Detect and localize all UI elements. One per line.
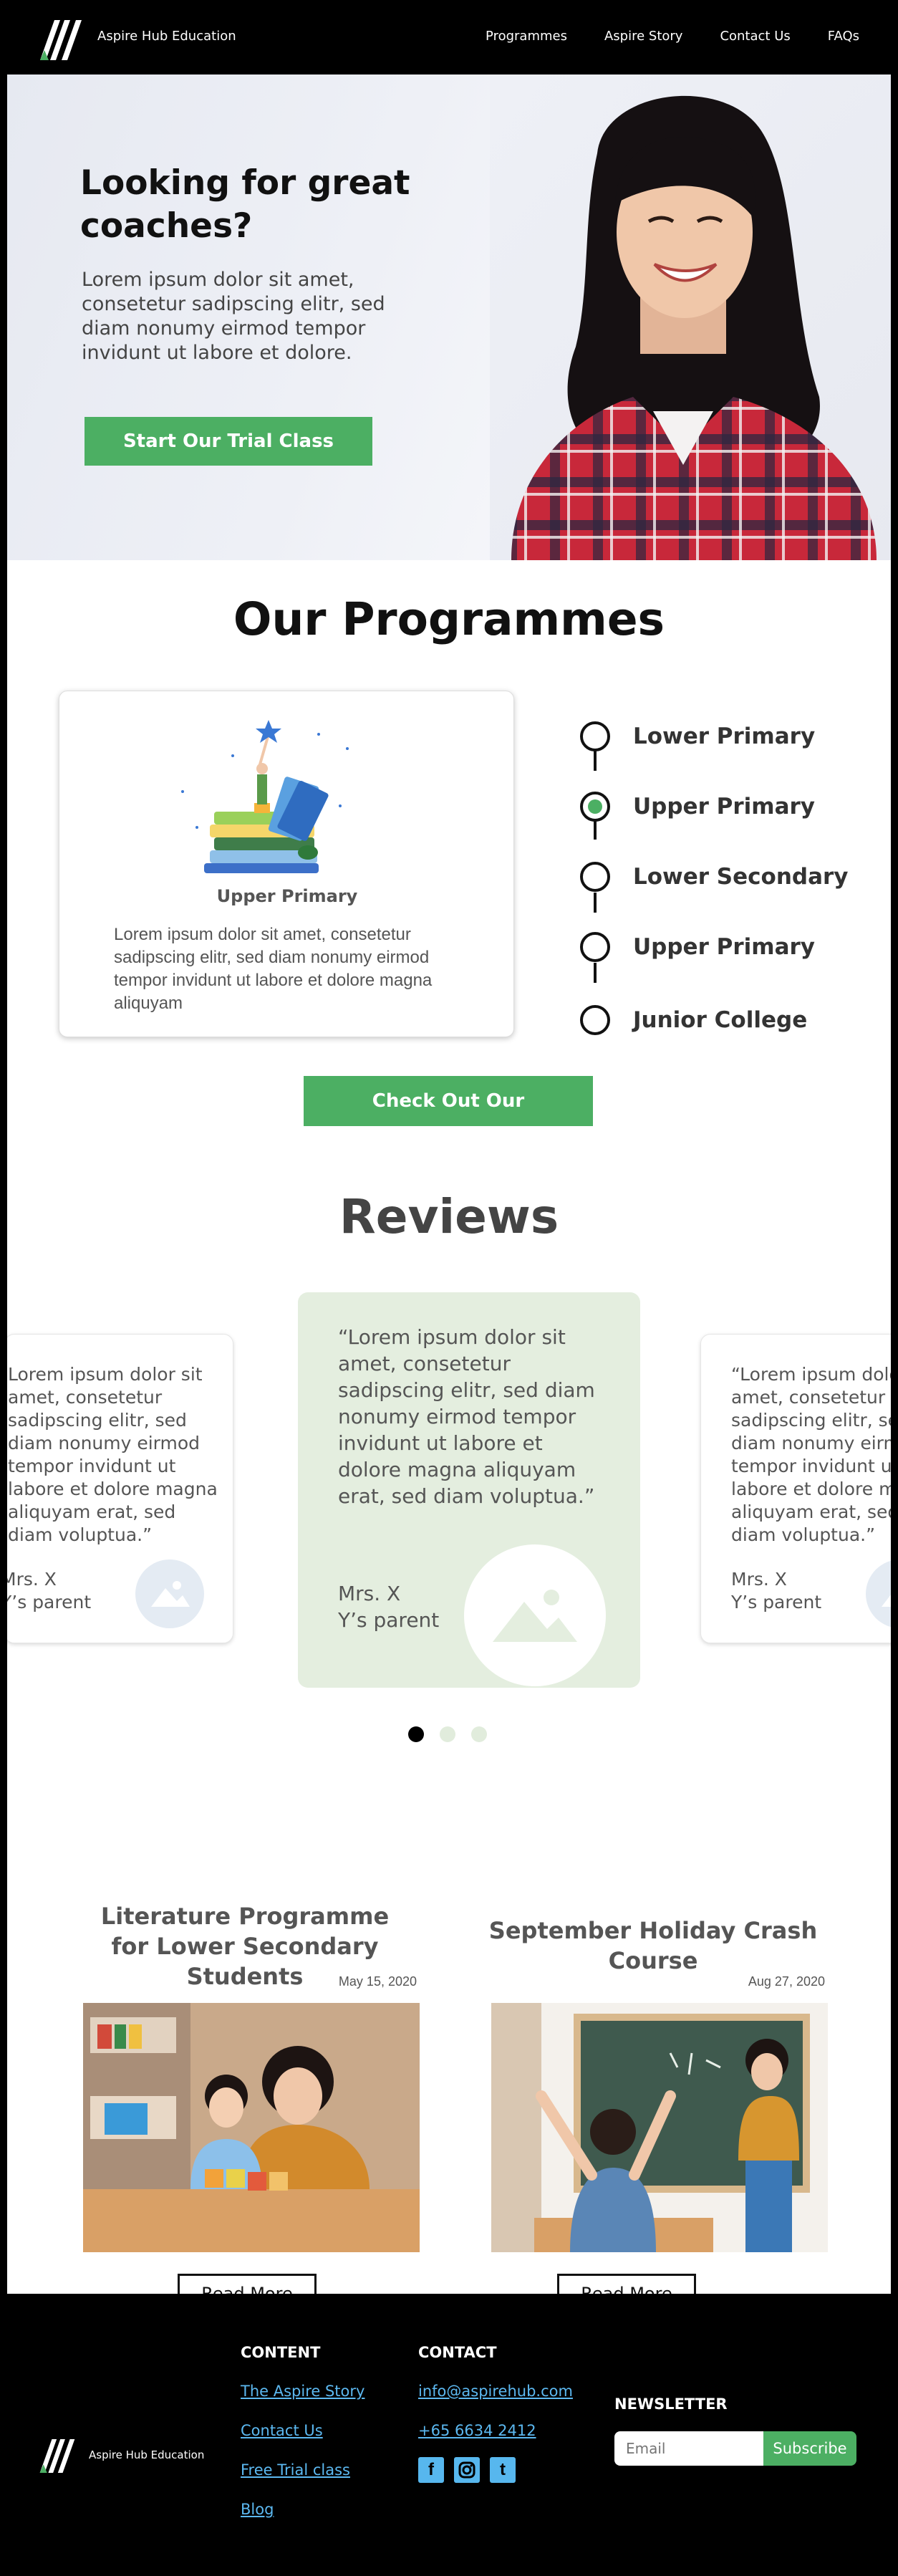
timeline-radio-selected[interactable] <box>580 792 610 822</box>
article-photo[interactable] <box>83 2003 420 2252</box>
aspire-logo-icon[interactable] <box>39 2434 76 2474</box>
article-card-literature: Literature Programme for Lower Secondary… <box>59 1901 431 2294</box>
avatar-placeholder-icon <box>135 1559 204 1628</box>
footer-link-blog[interactable]: Blog <box>241 2501 364 2518</box>
article-title-line: September Holiday Crash Course <box>488 1917 818 1974</box>
review-author: Mrs. X Y’s parent <box>731 1568 821 1614</box>
footer: Aspire Hub Education CONTENT The Aspire … <box>0 2294 898 2576</box>
review-author: Mrs. X Y’s parent <box>338 1580 439 1633</box>
start-trial-button[interactable]: Start Our Trial Class <box>85 417 372 466</box>
page-content: Looking for great coaches? Lorem ipsum d… <box>7 75 891 2294</box>
review-author-relation: Y’s parent <box>7 1592 92 1613</box>
carousel-dot-1[interactable] <box>408 1726 424 1742</box>
article-photo[interactable] <box>491 2003 828 2252</box>
programme-card: Upper Primary Lorem ipsum dolor sit amet… <box>59 691 514 1037</box>
nav-link-faqs[interactable]: FAQs <box>828 29 859 44</box>
reviews-title: Reviews <box>339 1189 559 1244</box>
hero-title: Looking for great coaches? <box>80 163 410 246</box>
article-date: May 15, 2020 <box>338 1974 417 1989</box>
review-card-prev[interactable]: Lorem ipsum dolor sit amet, consetetur s… <box>7 1334 233 1643</box>
review-author-relation: Y’s parent <box>338 1608 440 1632</box>
review-author-name: Mrs. X <box>338 1582 401 1605</box>
footer-email-link[interactable]: info@aspirehub.com <box>418 2383 573 2400</box>
review-author: Mrs. X Y’s parent <box>7 1568 91 1614</box>
footer-content-column: CONTENT The Aspire Story Contact Us Free… <box>241 2344 364 2540</box>
footer-contact-heading: CONTACT <box>418 2344 497 2361</box>
article-card-holiday-course: September Holiday Crash Course Aug 27, 2… <box>467 1901 839 2294</box>
nav-link-programmes[interactable]: Programmes <box>486 29 567 44</box>
check-out-programmes-button[interactable]: Check Out Our Programmes <box>304 1076 593 1162</box>
carousel-dot-2[interactable] <box>440 1726 455 1742</box>
article-date: Aug 27, 2020 <box>748 1974 825 1989</box>
programme-card-caption: Upper Primary <box>216 886 358 906</box>
timeline-connector <box>594 893 597 913</box>
review-author-name: Mrs. X <box>731 1569 787 1590</box>
timeline-connector <box>594 963 597 983</box>
books-trophy-illustration <box>181 720 349 873</box>
timeline-connector <box>594 820 597 840</box>
facebook-icon[interactable]: f <box>418 2457 444 2483</box>
brand-name[interactable]: Aspire Hub Education <box>97 29 236 44</box>
footer-link-contact-us[interactable]: Contact Us <box>241 2422 364 2439</box>
nav-links: Programmes Aspire Story Contact Us FAQs <box>486 29 859 44</box>
timeline-radio[interactable] <box>580 932 610 962</box>
timeline-radio[interactable] <box>580 721 610 751</box>
hero-section: Looking for great coaches? Lorem ipsum d… <box>7 75 891 560</box>
programme-card-description: Lorem ipsum dolor sit amet, consetetur s… <box>114 925 433 1013</box>
newsletter-heading: NEWSLETTER <box>614 2395 728 2413</box>
timeline-radio[interactable] <box>580 862 610 892</box>
timeline-label: Lower Primary <box>633 724 816 749</box>
avatar-placeholder-icon <box>464 1544 606 1686</box>
top-nav: Aspire Hub Education Programmes Aspire S… <box>0 0 898 75</box>
timeline-radio[interactable] <box>580 1005 610 1035</box>
review-author-relation: Y’s parent <box>731 1592 822 1613</box>
read-more-button[interactable]: Read More <box>557 2274 696 2294</box>
timeline-connector <box>594 751 597 771</box>
timeline-item-junior-college[interactable]: Junior College <box>580 1004 807 1036</box>
article-title-line: Literature Programme <box>100 1903 390 1930</box>
timeline-label: Upper Primary <box>633 934 816 960</box>
timeline-label: Junior College <box>633 1007 808 1033</box>
newsletter-email-input[interactable] <box>614 2431 765 2466</box>
timeline-item-lower-primary[interactable]: Lower Primary <box>580 721 815 752</box>
timeline-item-upper-primary[interactable]: Upper Primary <box>580 791 815 822</box>
subscribe-button[interactable]: Subscribe <box>763 2431 856 2466</box>
social-icons: f t <box>418 2457 573 2483</box>
avatar-placeholder-icon <box>866 1559 891 1628</box>
review-card-active[interactable]: “Lorem ipsum dolor sit amet, consetetur … <box>298 1292 640 1688</box>
footer-content-heading: CONTENT <box>241 2344 321 2361</box>
review-quote: Lorem ipsum dolor sit amet, consetetur s… <box>8 1364 218 1545</box>
timeline-label: Upper Primary <box>633 794 816 820</box>
footer-link-free-trial[interactable]: Free Trial class <box>241 2461 364 2479</box>
carousel-dots <box>408 1726 487 1742</box>
review-author-name: Mrs. X <box>7 1569 57 1590</box>
footer-brand-name: Aspire Hub Education <box>89 2448 205 2461</box>
timeline-label: Lower Secondary <box>633 864 849 890</box>
read-more-button[interactable]: Read More <box>178 2274 317 2294</box>
instagram-icon[interactable] <box>454 2457 480 2483</box>
aspire-logo-icon[interactable] <box>39 14 83 62</box>
hero-body: Lorem ipsum dolor sit amet, consetetur s… <box>82 269 385 364</box>
timeline-item-lower-secondary[interactable]: Lower Secondary <box>580 861 849 893</box>
nav-link-aspire-story[interactable]: Aspire Story <box>604 29 682 44</box>
review-quote: “Lorem ipsum dolor sit amet, consetetur … <box>731 1364 891 1545</box>
programme-timeline: Lower Primary Upper Primary Lower Second… <box>580 705 881 1042</box>
timeline-item-upper-primary-2[interactable]: Upper Primary <box>580 931 815 963</box>
article-title[interactable]: September Holiday Crash Course <box>467 1901 839 1976</box>
review-quote: “Lorem ipsum dolor sit amet, consetetur … <box>338 1325 595 1508</box>
footer-phone-link[interactable]: +65 6634 2412 <box>418 2422 573 2439</box>
programmes-title: Our Programmes <box>233 593 665 645</box>
footer-link-aspire-story[interactable]: The Aspire Story <box>241 2383 364 2400</box>
nav-link-contact-us[interactable]: Contact Us <box>720 29 790 44</box>
hero-photo <box>490 75 891 560</box>
carousel-dot-3[interactable] <box>471 1726 487 1742</box>
review-card-next[interactable]: “Lorem ipsum dolor sit amet, consetetur … <box>700 1334 891 1643</box>
footer-contact-column: CONTACT info@aspirehub.com +65 6634 2412… <box>418 2344 573 2483</box>
tumblr-icon[interactable]: t <box>490 2457 516 2483</box>
